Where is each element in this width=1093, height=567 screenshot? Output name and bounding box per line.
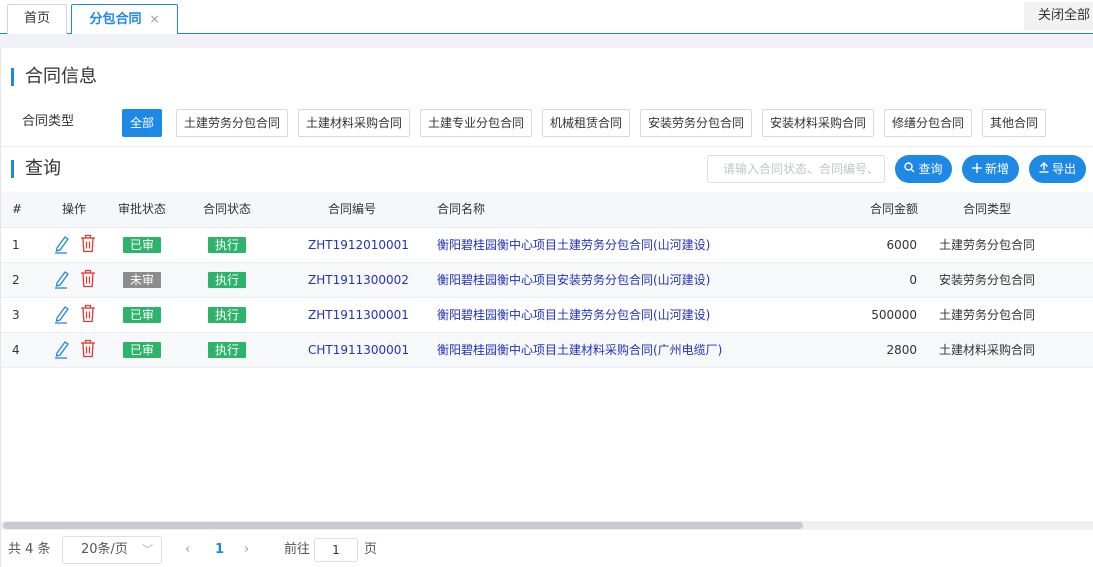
contract-name-link[interactable]: 衡阳碧桂园衡中心项目土建劳务分包合同(山河建设) [437, 298, 710, 333]
contract-name-link[interactable]: 衡阳碧桂园衡中心项目土建劳务分包合同(山河建设) [437, 228, 710, 263]
plus-icon [971, 155, 982, 183]
scrollbar-thumb[interactable] [3, 522, 803, 529]
add-button-label: 新增 [984, 162, 1009, 176]
search-button[interactable]: 查询 [895, 155, 952, 183]
row-index: 4 [12, 343, 20, 357]
contract-code-link[interactable]: ZHT1911300001 [308, 298, 409, 333]
col-name: 合同名称 [437, 202, 486, 216]
col-amount: 合同金额 [870, 202, 919, 216]
tab-subcontract-label: 分包合同 [89, 12, 142, 27]
contract-code-link[interactable]: ZHT1912010001 [308, 228, 409, 263]
page-size-select[interactable]: 20条/页 ﹀ [62, 536, 162, 564]
row-index: 3 [12, 308, 20, 322]
edit-icon[interactable] [53, 304, 71, 324]
delete-icon[interactable] [79, 339, 97, 359]
contract-type: 安装劳务分包合同 [939, 273, 1036, 287]
tab-home[interactable]: 首页 [7, 4, 67, 34]
type-filter-civil-professional[interactable]: 土建专业分包合同 [420, 109, 532, 137]
tab-subcontract[interactable]: 分包合同 × [71, 4, 178, 34]
close-all-button[interactable]: 关闭全部 [1024, 2, 1093, 30]
section-title-info: 合同信息 [11, 66, 97, 88]
row-index: 1 [12, 238, 20, 252]
search-input[interactable]: 请输入合同状态、合同编号、 [707, 155, 885, 183]
table-horizontal-scrollbar[interactable] [1, 521, 1093, 530]
type-filter-machinery-lease[interactable]: 机械租赁合同 [542, 109, 630, 137]
contract-type: 土建材料采购合同 [939, 343, 1036, 357]
contract-code-link[interactable]: CHT1911300001 [308, 333, 409, 368]
type-filter-civil-labor[interactable]: 土建劳务分包合同 [176, 109, 288, 137]
status-badge: 执行 [208, 237, 246, 253]
approval-badge: 已审 [123, 307, 161, 323]
status-badge: 执行 [208, 342, 246, 358]
table-row: 3 已审 执行 ZHT1911300001 衡阳碧桂园衡中心项目土建劳务分包合同… [1, 298, 1093, 333]
contract-name-link[interactable]: 衡阳碧桂园衡中心项目安装劳务分包合同(山河建设) [437, 263, 710, 298]
contract-amount: 0 [909, 273, 917, 287]
export-button-label: 导出 [1051, 162, 1076, 176]
col-type: 合同类型 [963, 202, 1012, 216]
chevron-down-icon: ﹀ [142, 543, 153, 556]
contract-type: 土建劳务分包合同 [939, 238, 1036, 252]
contract-name-link[interactable]: 衡阳碧桂园衡中心项目土建材料采购合同(广州电缆厂) [437, 333, 722, 368]
page-suffix-label: 页 [364, 542, 378, 557]
type-filter-civil-material[interactable]: 土建材料采购合同 [298, 109, 410, 137]
gray-divider [0, 34, 1093, 48]
col-status: 合同状态 [203, 202, 252, 216]
col-approval: 审批状态 [118, 202, 167, 216]
contract-amount: 6000 [886, 238, 917, 252]
row-index: 2 [12, 273, 20, 287]
main-content: 合同信息 合同类型 全部 土建劳务分包合同 土建材料采购合同 土建专业分包合同 … [0, 48, 1093, 567]
type-filter-other[interactable]: 其他合同 [982, 109, 1046, 137]
delete-icon[interactable] [79, 269, 97, 289]
table-row: 4 已审 执行 CHT1911300001 衡阳碧桂园衡中心项目土建材料采购合同… [1, 333, 1093, 368]
type-filter-install-material[interactable]: 安装材料采购合同 [762, 109, 874, 137]
goto-label: 前往 [284, 542, 311, 557]
next-page-button[interactable]: › [244, 542, 249, 558]
table-row: 2 未审 执行 ZHT1911300002 衡阳碧桂园衡中心项目安装劳务分包合同… [1, 263, 1093, 298]
type-filter-all[interactable]: 全部 [122, 109, 162, 137]
search-button-label: 查询 [918, 162, 943, 176]
contract-amount: 500000 [871, 308, 917, 322]
col-index: # [12, 202, 23, 216]
edit-icon[interactable] [53, 234, 71, 254]
status-badge: 执行 [208, 307, 246, 323]
tab-bar: 首页 分包合同 × 关闭全部 [0, 0, 1093, 34]
upload-icon [1039, 155, 1049, 183]
section-title-query: 查询 [11, 158, 61, 180]
search-icon [904, 155, 915, 183]
edit-icon[interactable] [53, 339, 71, 359]
type-filter-install-labor[interactable]: 安装劳务分包合同 [640, 109, 752, 137]
pager-total: 共 4 条 [8, 542, 51, 557]
table-header: # 操作 审批状态 合同状态 合同编号 合同名称 合同金额 合同类型 [1, 192, 1093, 228]
add-button[interactable]: 新增 [962, 155, 1019, 183]
col-code: 合同编号 [328, 202, 377, 216]
approval-badge: 未审 [123, 272, 161, 288]
type-filter-repair[interactable]: 修缮分包合同 [884, 109, 972, 137]
page-number-current[interactable]: 1 [215, 542, 224, 558]
status-badge: 执行 [208, 272, 246, 288]
page-size-value: 20条/页 [81, 542, 128, 557]
col-actions: 操作 [62, 202, 87, 216]
contract-type-label: 合同类型 [22, 114, 75, 129]
prev-page-button[interactable]: ‹ [185, 542, 190, 558]
contract-code-link[interactable]: ZHT1911300002 [308, 263, 409, 298]
tab-close-icon[interactable]: × [149, 12, 159, 26]
contract-type: 土建劳务分包合同 [939, 308, 1036, 322]
section-divider [1, 146, 1093, 147]
export-button[interactable]: 导出 [1029, 155, 1086, 183]
delete-icon[interactable] [79, 304, 97, 324]
edit-icon[interactable] [53, 269, 71, 289]
contract-amount: 2800 [886, 343, 917, 357]
tab-home-label: 首页 [23, 11, 50, 26]
goto-page-input[interactable]: 1 [314, 538, 358, 562]
table-row: 1 已审 执行 ZHT1912010001 衡阳碧桂园衡中心项目土建劳务分包合同… [1, 228, 1093, 263]
approval-badge: 已审 [123, 342, 161, 358]
approval-badge: 已审 [123, 237, 161, 253]
delete-icon[interactable] [79, 234, 97, 254]
